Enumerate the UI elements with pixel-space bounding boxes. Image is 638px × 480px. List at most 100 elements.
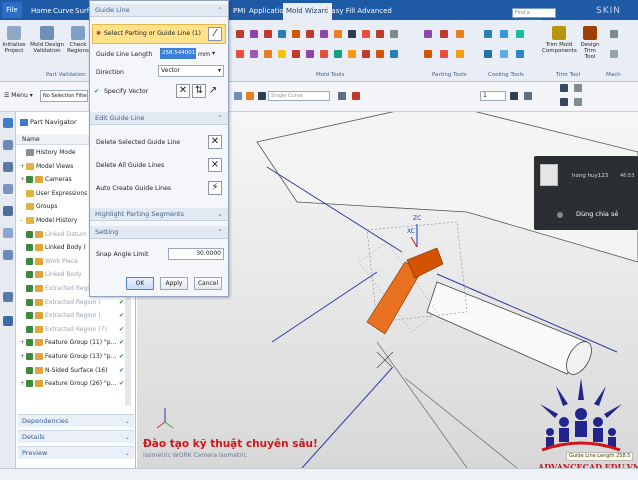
system-scenes-icon[interactable] bbox=[3, 316, 13, 326]
initialize-project-button[interactable]: Initialize Project bbox=[2, 26, 26, 54]
machining-tool-icon[interactable] bbox=[610, 50, 618, 58]
tree-row[interactable]: Extracted Region (7) ✔ bbox=[20, 323, 124, 336]
snap-angle-input[interactable]: 30.0000 bbox=[168, 248, 224, 260]
mold-tool-icon[interactable] bbox=[390, 50, 398, 58]
web-browser-icon[interactable] bbox=[3, 228, 13, 238]
chevron-down-icon[interactable]: ▾ bbox=[212, 49, 215, 58]
parting-tool-icon[interactable] bbox=[440, 30, 448, 38]
apply-button[interactable]: Apply bbox=[160, 277, 188, 290]
tree-row[interactable]: Extracted Region (✔ bbox=[20, 296, 124, 309]
view-icon[interactable] bbox=[560, 84, 568, 92]
view-icon[interactable] bbox=[560, 98, 568, 106]
reuse-library-icon[interactable] bbox=[3, 184, 13, 194]
mold-tool-icon[interactable] bbox=[376, 50, 384, 58]
mold-tool-icon[interactable] bbox=[334, 30, 342, 38]
tree-row[interactable]: N-Sided Surface (16) ✔ bbox=[20, 364, 124, 377]
part-navigator-icon[interactable] bbox=[3, 118, 13, 128]
parting-tool-icon[interactable] bbox=[456, 30, 464, 38]
visibility-checkbox[interactable] bbox=[26, 298, 33, 306]
history-icon[interactable] bbox=[3, 206, 13, 216]
mold-tool-icon[interactable] bbox=[306, 50, 314, 58]
vector-dialog-icon[interactable]: ⇅ bbox=[192, 84, 206, 98]
vector-options-icon[interactable]: ↗ bbox=[206, 84, 220, 98]
delete-all-button[interactable]: ⨯ bbox=[208, 158, 222, 172]
tree-row[interactable]: + Feature Group (26) "p... ✔ bbox=[20, 377, 124, 390]
curve-rule-dropdown[interactable]: Single Curve bbox=[268, 91, 330, 101]
cooling-tool-icon[interactable] bbox=[484, 50, 492, 58]
menu-button[interactable]: ☰ Menu ▾ bbox=[4, 90, 36, 102]
parting-tool-icon[interactable] bbox=[424, 30, 432, 38]
view-icon[interactable] bbox=[524, 92, 532, 100]
roles-icon[interactable] bbox=[3, 292, 13, 302]
tree-row[interactable]: + Feature Group (11) "p... ✔ bbox=[20, 336, 124, 349]
mold-tool-icon[interactable] bbox=[236, 50, 244, 58]
snap-icon[interactable] bbox=[234, 92, 242, 100]
auto-create-button[interactable]: ⚡ bbox=[208, 181, 222, 195]
snap-icon[interactable] bbox=[246, 92, 254, 100]
ok-button[interactable]: OK bbox=[126, 277, 154, 290]
mold-tool-icon[interactable] bbox=[362, 30, 370, 38]
cooling-tool-icon[interactable] bbox=[516, 50, 524, 58]
selection-filter-dropdown[interactable]: No Selection Filter bbox=[40, 90, 88, 102]
palette-icon[interactable] bbox=[3, 250, 13, 260]
view-icon[interactable] bbox=[574, 98, 582, 106]
machining-tool-icon[interactable] bbox=[610, 30, 618, 38]
mold-tool-icon[interactable] bbox=[278, 50, 286, 58]
mold-tool-icon[interactable] bbox=[390, 30, 398, 38]
mold-tool-icon[interactable] bbox=[264, 30, 272, 38]
parting-tool-icon[interactable] bbox=[456, 50, 464, 58]
cancel-button[interactable]: Cancel bbox=[194, 277, 222, 290]
mold-tool-icon[interactable] bbox=[236, 30, 244, 38]
guide-line-length-input[interactable]: 258.5440012 bbox=[160, 48, 196, 59]
parting-tool-icon[interactable] bbox=[440, 50, 448, 58]
mold-tool-icon[interactable] bbox=[320, 50, 328, 58]
cooling-tool-icon[interactable] bbox=[500, 30, 508, 38]
mold-tool-icon[interactable] bbox=[376, 30, 384, 38]
mold-tool-icon[interactable] bbox=[292, 50, 300, 58]
section-preview[interactable]: Preview ⌄ bbox=[18, 446, 134, 459]
mold-tool-icon[interactable] bbox=[348, 30, 356, 38]
delete-selected-button[interactable]: ✕ bbox=[208, 135, 222, 149]
command-search-input[interactable]: Find a Command bbox=[512, 8, 556, 24]
mold-design-validation-button[interactable]: Mold Design Validation bbox=[30, 26, 64, 54]
mold-tool-icon[interactable] bbox=[292, 30, 300, 38]
view-icon[interactable] bbox=[574, 84, 582, 92]
snap-value-dropdown[interactable]: 1 bbox=[480, 91, 506, 101]
visibility-checkbox[interactable] bbox=[26, 353, 33, 360]
mold-tool-icon[interactable] bbox=[264, 50, 272, 58]
visibility-checkbox[interactable] bbox=[26, 176, 33, 184]
direction-dropdown[interactable]: Vector ▾ bbox=[158, 65, 224, 77]
stop-sharing-button[interactable]: Dùng chia sẻ bbox=[576, 210, 618, 218]
cooling-tool-icon[interactable] bbox=[484, 30, 492, 38]
snap-icon[interactable] bbox=[338, 92, 346, 100]
tree-row[interactable]: Extracted Region (✔ bbox=[20, 309, 124, 322]
visibility-checkbox[interactable] bbox=[26, 285, 33, 292]
mold-tool-icon[interactable] bbox=[320, 30, 328, 38]
design-trim-tool-button[interactable]: Design Trim Tool bbox=[578, 26, 602, 60]
visibility-checkbox[interactable] bbox=[26, 380, 33, 388]
section-edit-guide-line[interactable]: Edit Guide Line ⌃ bbox=[90, 112, 228, 125]
snap-icon[interactable] bbox=[352, 92, 360, 100]
section-setting[interactable]: Setting ⌃ bbox=[90, 226, 228, 239]
tree-row[interactable]: + Feature Group (13) "p... ✔ bbox=[20, 350, 124, 363]
mold-tool-icon[interactable] bbox=[348, 50, 356, 58]
visibility-checkbox[interactable] bbox=[26, 339, 33, 347]
section-dependencies[interactable]: Dependencies ⌄ bbox=[18, 414, 134, 427]
parting-tool-icon[interactable] bbox=[424, 50, 432, 58]
visibility-checkbox[interactable] bbox=[26, 244, 33, 252]
mold-tool-icon[interactable] bbox=[362, 50, 370, 58]
visibility-checkbox[interactable] bbox=[26, 312, 33, 320]
snap-icon[interactable] bbox=[258, 92, 266, 100]
reverse-direction-icon[interactable]: ✕ bbox=[176, 84, 190, 98]
section-guide-line[interactable]: Guide Line ⌃ bbox=[90, 4, 228, 17]
check-regions-button[interactable]: Check Regions bbox=[66, 26, 90, 54]
mold-tool-icon[interactable] bbox=[278, 30, 286, 38]
assembly-navigator-icon[interactable] bbox=[3, 140, 13, 150]
section-details[interactable]: Details ⌄ bbox=[18, 430, 134, 443]
constraint-navigator-icon[interactable] bbox=[3, 162, 13, 172]
mold-tool-icon[interactable] bbox=[334, 50, 342, 58]
mold-tool-icon[interactable] bbox=[250, 50, 258, 58]
mold-tool-icon[interactable] bbox=[306, 30, 314, 38]
visibility-checkbox[interactable] bbox=[26, 271, 33, 279]
section-highlight-parting[interactable]: Highlight Parting Segments ⌄ bbox=[90, 208, 228, 221]
